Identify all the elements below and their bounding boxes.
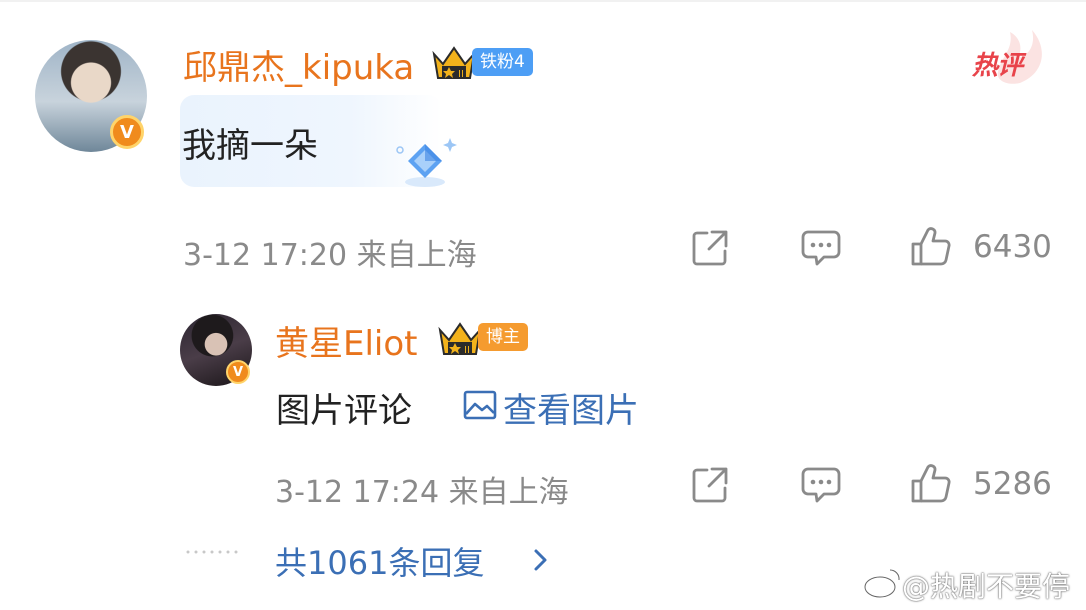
comment-location: 来自上海 <box>356 238 477 273</box>
chevron-right-icon[interactable] <box>532 548 550 572</box>
reply-like-count: 5286 <box>973 466 1052 502</box>
comment-text: 我摘一朵 <box>182 126 318 166</box>
fan-level-badge: 铁粉4 <box>472 48 533 76</box>
diamond-decoration-icon <box>396 138 457 187</box>
reply-time: 3-12 17:24 <box>275 475 440 510</box>
blogger-badge: 博主 <box>478 323 528 351</box>
view-image-link[interactable]: 查看图片 <box>503 383 639 432</box>
watermark: @热剧不要停 <box>902 570 1071 603</box>
svg-text:II: II <box>458 69 464 80</box>
dotted-line <box>186 550 238 554</box>
svg-text:II: II <box>464 345 470 356</box>
reply-meta: 3-12 17:24 来自上海 <box>275 467 569 511</box>
reply-crown-icon: II <box>438 322 482 356</box>
share-icon[interactable] <box>690 228 730 268</box>
reply-comment-icon[interactable] <box>800 465 842 505</box>
weibo-logo-icon <box>863 568 901 599</box>
comment-like-count: 6430 <box>973 229 1052 265</box>
comment-icon[interactable] <box>800 228 842 268</box>
like-icon[interactable] <box>910 226 952 268</box>
hot-comment-badge: 热评 <box>972 51 1023 81</box>
reply-share-icon[interactable] <box>690 465 730 505</box>
comment-username[interactable]: 邱鼎杰_kipuka <box>183 40 414 89</box>
verified-icon: V <box>110 115 144 149</box>
reply-text: 图片评论 <box>276 391 412 431</box>
reply-like-icon[interactable] <box>910 463 952 505</box>
reply-verified-icon: V <box>226 360 250 384</box>
reply-location: 来自上海 <box>448 475 569 510</box>
comment-meta: 3-12 17:20 来自上海 <box>183 230 477 274</box>
image-icon <box>463 390 497 420</box>
reply-username[interactable]: 黄星Eliot <box>275 316 418 365</box>
crown-icon: II <box>432 46 476 80</box>
more-replies-link[interactable]: 共1061条回复 <box>275 538 484 584</box>
top-divider <box>0 0 1086 2</box>
comment-time: 3-12 17:20 <box>183 238 348 273</box>
